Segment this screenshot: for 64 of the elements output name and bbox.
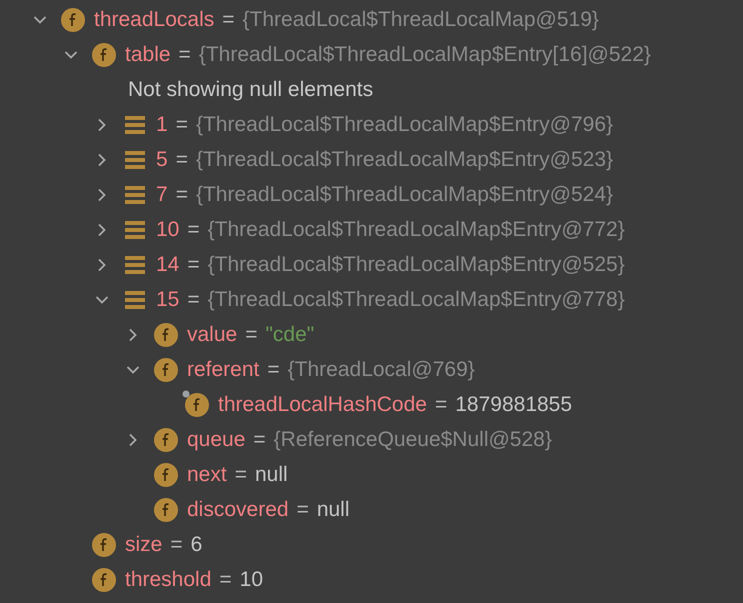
- variable-value: {ThreadLocal$ThreadLocalMap$Entry@796}: [196, 112, 614, 136]
- variable-name: 15: [156, 288, 180, 312]
- variable-name: next: [187, 462, 227, 486]
- variable-value: 1879881855: [455, 392, 572, 416]
- field-icon: [92, 42, 116, 66]
- array-element-icon: [125, 116, 145, 134]
- field-icon: [92, 532, 116, 556]
- variable-name: value: [187, 322, 238, 346]
- equals-sign: =: [296, 498, 309, 522]
- field-icon: [154, 462, 178, 486]
- equals-sign: =: [187, 288, 200, 312]
- variable-value: null: [316, 498, 350, 522]
- variable-value: {ReferenceQueue$Null@528}: [274, 428, 552, 452]
- variable-value: {ThreadLocal$ThreadLocalMap$Entry[16]@522}: [198, 42, 651, 66]
- variable-name: 14: [156, 252, 180, 276]
- equals-sign: =: [176, 182, 188, 206]
- variable-value: "cde": [265, 322, 314, 346]
- equals-sign: =: [176, 112, 188, 136]
- field-icon: [154, 358, 178, 382]
- variable-name: queue: [187, 428, 246, 452]
- equals-sign: =: [187, 252, 200, 276]
- variable-value: {ThreadLocal$ThreadLocalMap$Entry@778}: [208, 288, 625, 312]
- variable-name: 5: [156, 148, 168, 172]
- variable-name: 10: [156, 218, 180, 242]
- variable-name: referent: [187, 358, 260, 382]
- variable-value: {ThreadLocal$ThreadLocalMap$Entry@523}: [196, 148, 614, 172]
- variable-name: discovered: [187, 498, 289, 522]
- variable-value: {ThreadLocal$ThreadLocalMap$Entry@772}: [208, 218, 625, 242]
- variable-value: {ThreadLocal$ThreadLocalMap@519}: [242, 8, 599, 32]
- variable-value: {ThreadLocal$ThreadLocalMap$Entry@525}: [208, 252, 625, 276]
- variable-name: threadLocalHashCode: [218, 392, 427, 416]
- field-icon: [61, 8, 85, 32]
- variable-name: threadLocals: [94, 8, 214, 32]
- equals-sign: =: [434, 392, 448, 416]
- field-icon: [154, 322, 178, 346]
- equals-sign: =: [176, 148, 188, 172]
- variable-name: size: [125, 532, 162, 556]
- field-icon: [92, 568, 116, 592]
- tree-message: Not showing null elements: [128, 78, 374, 102]
- variable-name: 7: [156, 182, 168, 206]
- equals-sign: =: [253, 428, 266, 452]
- field-icon: [154, 498, 178, 522]
- variable-value: {ThreadLocal@769}: [288, 358, 475, 382]
- array-element-icon: [125, 150, 145, 168]
- equals-sign: =: [234, 462, 247, 486]
- array-element-icon: [125, 220, 145, 238]
- array-element-icon: [125, 186, 145, 204]
- array-element-icon: [125, 290, 145, 308]
- equals-sign: =: [267, 358, 280, 382]
- variable-value: 10: [240, 568, 264, 592]
- equals-sign: =: [222, 8, 235, 32]
- variable-value: {ThreadLocal$ThreadLocalMap$Entry@524}: [196, 182, 614, 206]
- array-element-icon: [125, 256, 145, 274]
- field-icon: [154, 428, 178, 452]
- equals-sign: =: [178, 42, 191, 66]
- variable-name: 1: [156, 112, 168, 136]
- equals-sign: =: [170, 532, 183, 556]
- equals-sign: =: [219, 568, 232, 592]
- variable-value: null: [254, 462, 288, 486]
- variable-name: table: [125, 42, 171, 66]
- equals-sign: =: [187, 218, 200, 242]
- variable-value: 6: [190, 532, 202, 556]
- variable-name: threshold: [125, 568, 212, 592]
- equals-sign: =: [245, 322, 258, 346]
